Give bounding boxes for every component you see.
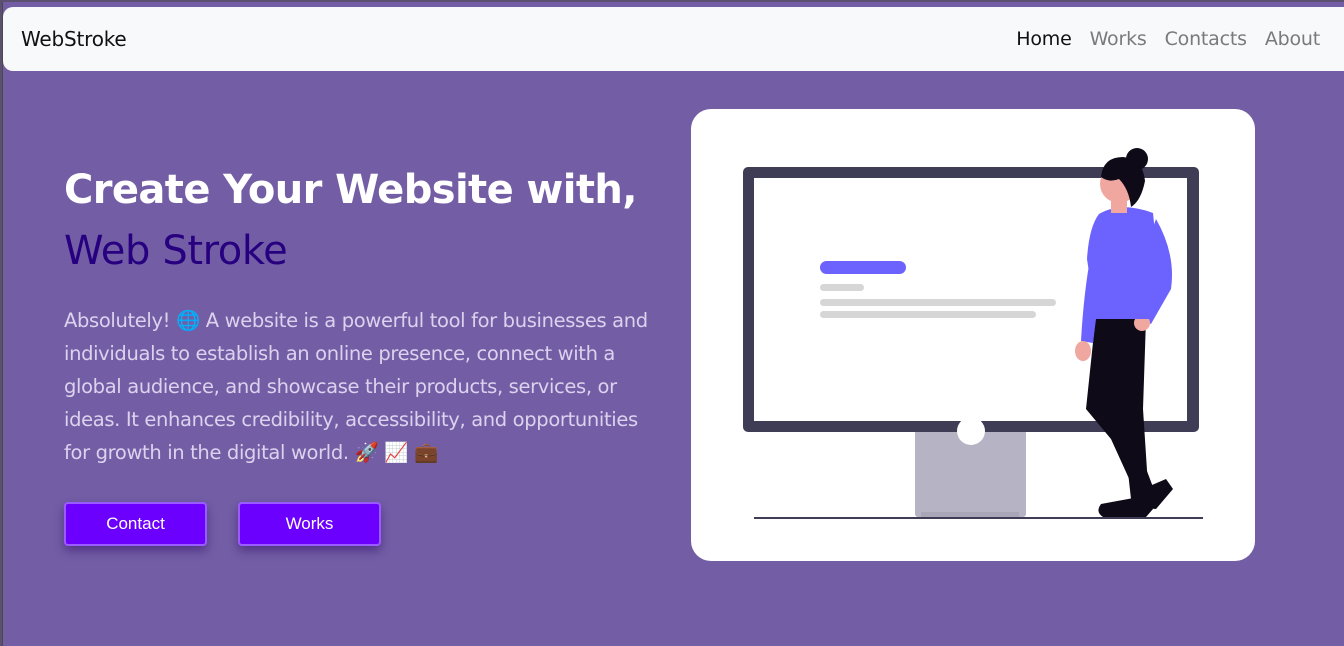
monitor-base xyxy=(921,512,1019,517)
screen-text-bar xyxy=(820,311,1036,318)
nav-link-home[interactable]: Home xyxy=(1016,28,1072,50)
screen-text-bar xyxy=(820,299,1056,306)
hero-text: Create Your Website with, Web Stroke Abs… xyxy=(64,160,664,469)
screen-text-bar xyxy=(820,284,864,291)
person-hair-bun xyxy=(1126,148,1148,170)
nav-link-works[interactable]: Works xyxy=(1090,28,1147,50)
nav-link-contacts[interactable]: Contacts xyxy=(1165,28,1247,50)
hero-brand-title: Web Stroke xyxy=(64,228,288,274)
hero-buttons: Contact Works xyxy=(64,502,381,546)
person-hand xyxy=(1075,341,1091,361)
nav-link-about[interactable]: About xyxy=(1265,28,1320,50)
illustration-card xyxy=(691,109,1255,561)
nav-links: Home Works Contacts About xyxy=(998,28,1320,50)
hero-description: Absolutely! 🌐 A website is a powerful to… xyxy=(64,309,648,464)
screen-heading-bar xyxy=(820,261,906,274)
navbar: WebStroke Home Works Contacts About xyxy=(3,7,1344,71)
person-presenting-monitor-illustration xyxy=(743,148,1203,519)
monitor-notch xyxy=(957,417,985,445)
brand-logo[interactable]: WebStroke xyxy=(21,27,127,51)
hero-title: Create Your Website with, xyxy=(64,167,638,213)
contact-button[interactable]: Contact xyxy=(64,502,207,546)
works-button[interactable]: Works xyxy=(238,502,381,546)
